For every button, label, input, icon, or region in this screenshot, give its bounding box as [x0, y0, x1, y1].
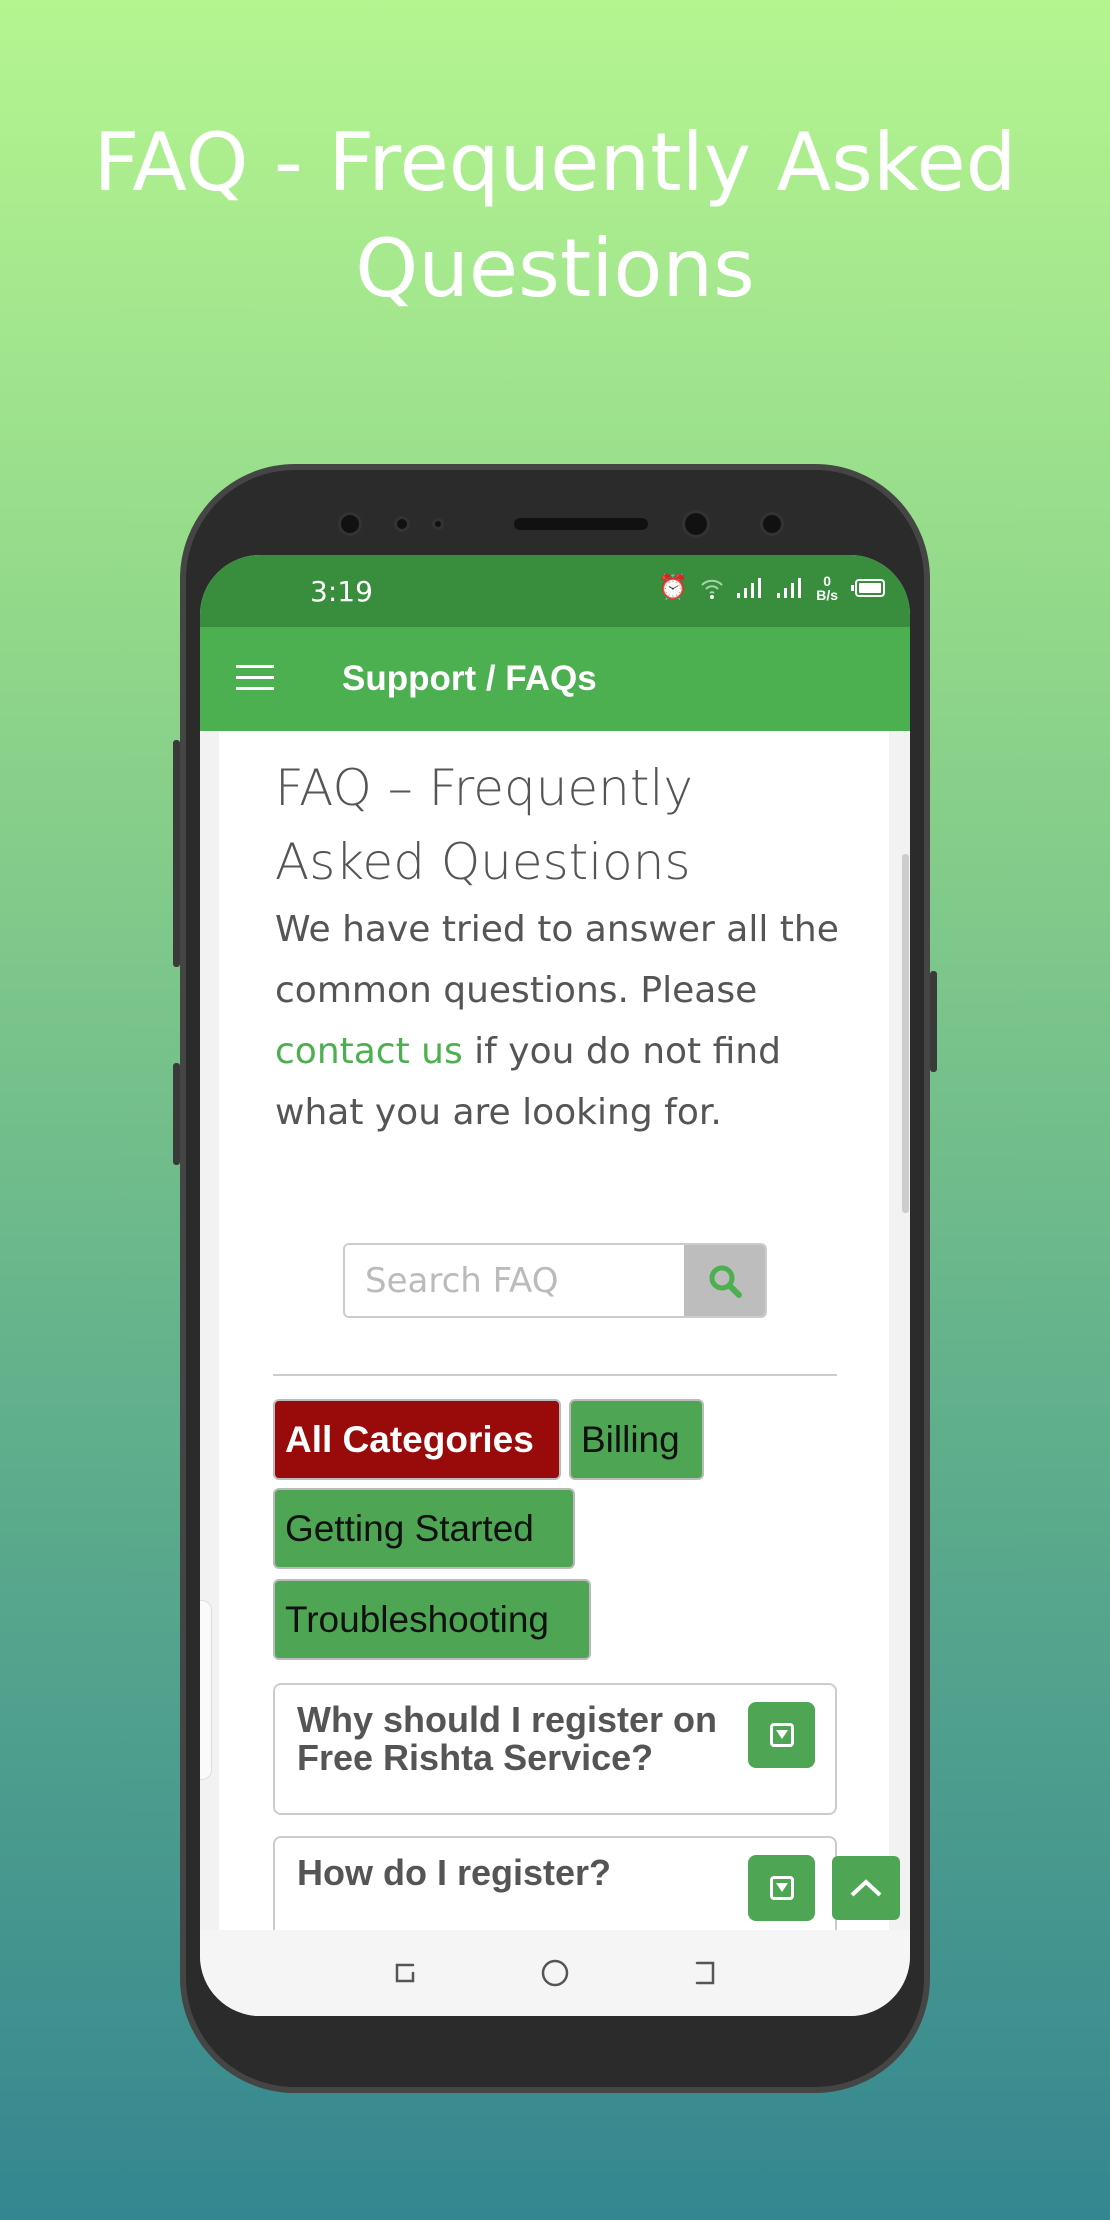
sensor-icon	[432, 518, 444, 530]
back-icon[interactable]	[691, 1959, 719, 1987]
page-title: FAQ – Frequently Asked Questions	[275, 759, 693, 891]
hamburger-icon[interactable]	[236, 665, 274, 691]
faq-question: Why should I register on Free Rishta Ser…	[297, 1699, 718, 1778]
app-title: Support / FAQs	[342, 659, 597, 698]
speaker	[514, 518, 648, 530]
contact-us-link[interactable]: contact us	[275, 1031, 463, 1072]
wifi-icon	[701, 579, 723, 599]
category-billing[interactable]: Billing	[569, 1399, 704, 1480]
category-all[interactable]: All Categories	[273, 1399, 561, 1480]
chevron-up-icon	[850, 1879, 882, 1897]
signal-icon	[777, 577, 802, 598]
expand-button[interactable]	[748, 1855, 815, 1921]
side-drawer-handle[interactable]	[200, 1600, 212, 1780]
promo-headline: FAQ - Frequently Asked Questions	[93, 116, 1017, 315]
system-nav-bar	[200, 1930, 910, 2016]
side-button	[173, 1063, 180, 1165]
faq-page: FAQ – Frequently Asked Questions We have…	[219, 731, 889, 1956]
intro-text: We have tried to answer all the common q…	[275, 909, 839, 1133]
faq-item[interactable]: Why should I register on Free Rishta Ser…	[273, 1683, 837, 1815]
category-troubleshooting[interactable]: Troubleshooting	[273, 1579, 591, 1660]
expand-button[interactable]	[748, 1702, 815, 1768]
signal-icon	[737, 577, 762, 598]
category-getting-started[interactable]: Getting Started	[273, 1488, 575, 1569]
scrollbar[interactable]	[902, 854, 909, 1213]
net-speed: 0 B/s	[816, 572, 838, 603]
sensor-icon	[394, 516, 410, 532]
alarm-icon: ⏰	[658, 574, 689, 601]
status-bar: 3:19 ⏰ 0 B/s	[200, 555, 910, 627]
faq-question: How do I register?	[297, 1852, 612, 1893]
search-button[interactable]	[684, 1245, 765, 1316]
caret-down-icon	[769, 1876, 794, 1900]
side-button	[930, 971, 937, 1072]
caret-down-icon	[769, 1723, 794, 1747]
scroll-to-top-button[interactable]	[832, 1856, 900, 1920]
camera-icon	[760, 512, 784, 536]
search-box	[343, 1243, 767, 1318]
battery-icon	[851, 578, 885, 597]
sensor-icon	[338, 512, 362, 536]
recents-icon[interactable]	[391, 1959, 419, 1987]
clock: 3:19	[310, 575, 373, 608]
home-icon[interactable]	[541, 1959, 569, 1987]
side-button	[173, 740, 180, 967]
divider	[273, 1374, 837, 1376]
app-bar: Support / FAQs	[200, 627, 910, 731]
camera-icon	[682, 510, 710, 538]
phone-screen: 3:19 ⏰ 0 B/s Support / FAQs FAQ – Frequen…	[200, 555, 910, 2016]
search-input[interactable]	[345, 1245, 685, 1316]
search-icon	[709, 1265, 742, 1298]
